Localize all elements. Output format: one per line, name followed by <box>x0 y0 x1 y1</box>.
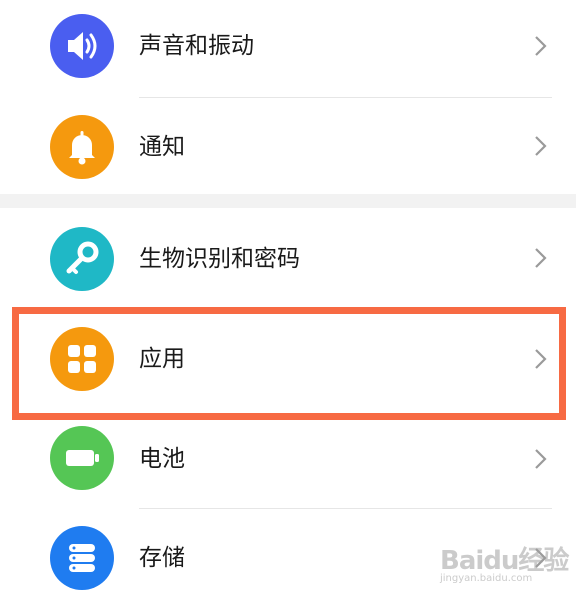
battery-icon <box>50 426 114 490</box>
section-gap <box>0 194 576 208</box>
settings-item-label: 生物识别和密码 <box>139 246 300 272</box>
chevron-right-icon <box>533 246 549 270</box>
chevron-right-icon <box>533 34 549 58</box>
chevron-right-icon <box>533 447 549 471</box>
speaker-icon <box>50 14 114 78</box>
key-icon <box>50 227 114 291</box>
watermark: Baidu经验 jingyan.baidu.com <box>440 540 569 584</box>
chevron-right-icon <box>533 134 549 158</box>
storage-icon <box>50 526 114 590</box>
settings-item-label: 通知 <box>139 134 185 160</box>
settings-item-label: 声音和振动 <box>139 33 254 59</box>
bell-icon <box>50 115 114 179</box>
settings-item-sound[interactable]: 声音和振动 <box>0 0 576 97</box>
apps-grid-icon <box>50 327 114 391</box>
settings-item-label: 应用 <box>139 346 185 372</box>
settings-item-label: 电池 <box>139 446 185 472</box>
settings-item-notification[interactable]: 通知 <box>0 98 576 194</box>
settings-item-apps[interactable]: 应用 <box>0 308 576 412</box>
settings-item-biometrics[interactable]: 生物识别和密码 <box>0 208 576 308</box>
settings-item-battery[interactable]: 电池 <box>0 412 576 508</box>
watermark-main: Baidu经验 <box>440 546 569 576</box>
settings-item-label: 存储 <box>139 545 185 571</box>
chevron-right-icon <box>533 347 549 371</box>
